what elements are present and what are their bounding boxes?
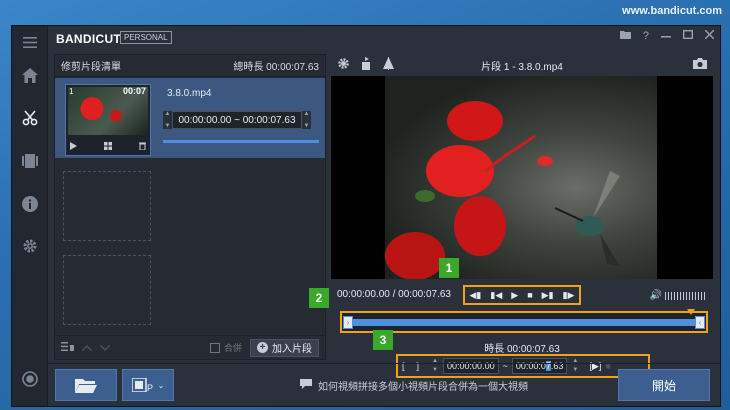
open-file-button[interactable]	[55, 369, 117, 401]
folder-icon[interactable]	[619, 30, 631, 42]
record-icon[interactable]	[12, 365, 48, 393]
preview-title: 片段 1 - 3.8.0.mp4	[481, 62, 563, 73]
minimize-icon[interactable]	[661, 30, 671, 42]
clip-number: 1	[69, 87, 74, 96]
bottom-bar: P ⌄ 如何視頻拼接多個小視頻片段合併為一個大視頻 開始	[48, 363, 720, 407]
menu-icon[interactable]	[12, 28, 48, 56]
timeline-start-handle[interactable]: ›	[343, 316, 353, 329]
clip-range-value[interactable]: 00:00:00.00 ~ 00:00:07.63	[172, 111, 302, 129]
empty-clip-slot	[63, 171, 151, 241]
move-down-icon[interactable]	[99, 342, 111, 354]
callout-1: 1	[439, 258, 459, 278]
clip-duration: 00:07	[122, 86, 146, 96]
info-icon[interactable]	[12, 190, 48, 218]
go-to-end-icon[interactable]: ▮▶	[563, 290, 575, 301]
home-icon[interactable]	[12, 61, 48, 89]
edition-badge: PERSONAL	[120, 31, 172, 44]
range-start-stepper[interactable]: ▲ ▼	[163, 111, 172, 129]
title-bar: BANDICUT PERSONAL ?	[48, 26, 720, 50]
clip-filename: 3.8.0.mp4	[167, 88, 212, 99]
go-to-start-icon[interactable]: ◀▮	[470, 290, 482, 301]
help-hint-text: 如何視頻拼接多個小視頻片段合併為一個大視頻	[318, 382, 528, 393]
playback-controls: ◀▮ ▮◀ ▶ ■ ▶▮ ▮▶	[463, 285, 581, 305]
clip-thumbnail[interactable]: 1 00:07	[65, 84, 151, 156]
playhead-marker[interactable]	[687, 309, 695, 315]
start-button[interactable]: 開始	[618, 369, 710, 401]
play-icon[interactable]: ▶	[511, 290, 518, 301]
empty-clip-slot	[63, 255, 151, 325]
website-watermark: www.bandicut.com	[622, 5, 722, 17]
close-icon[interactable]	[704, 29, 715, 42]
clip-list-panel: 修剪片段清單 總時長 00:00:07.63 1 00:07 3.8.0.mp4…	[54, 54, 326, 360]
add-clip-label: 加入片段	[272, 344, 312, 355]
volume-icon[interactable]: 🔊	[650, 290, 662, 301]
video-frame	[385, 76, 657, 279]
clip-list-title: 修剪片段清單	[61, 62, 121, 73]
grid-icon[interactable]	[104, 142, 112, 152]
clip-range-field[interactable]: ▲ ▼ 00:00:00.00 ~ 00:00:07.63 ▲ ▼	[163, 111, 311, 129]
app-window: BANDICUT PERSONAL ? 修剪片段清單 總時長 00:00:07.…	[11, 25, 721, 407]
plus-icon: +	[257, 342, 268, 353]
preview-panel: 片段 1 - 3.8.0.mp4 00:00:00.00 / 00:00:07.…	[331, 54, 713, 378]
timeline[interactable]: › ‹	[340, 309, 708, 333]
move-up-icon[interactable]	[81, 342, 93, 354]
callout-2: 2	[309, 288, 329, 308]
stop-icon[interactable]: ■	[527, 290, 532, 300]
volume-slider[interactable]	[665, 291, 707, 300]
help-hint[interactable]: 如何視頻拼接多個小視頻片段合併為一個大視頻	[300, 378, 528, 393]
callout-3: 3	[373, 330, 393, 350]
help-icon[interactable]: ?	[643, 30, 649, 42]
list-menu-icon[interactable]	[61, 341, 74, 354]
merge-option[interactable]: 合併	[209, 341, 242, 354]
app-logo: BANDICUT	[56, 32, 122, 46]
maximize-icon[interactable]	[682, 29, 694, 42]
clip-progress-bar	[163, 140, 319, 143]
current-time: 00:00:00.00 / 00:00:07.63	[337, 289, 451, 300]
chat-icon	[300, 379, 312, 392]
camera-icon[interactable]	[693, 58, 707, 72]
range-end-stepper[interactable]: ▲ ▼	[302, 111, 311, 129]
timeline-end-handle[interactable]: ‹	[695, 316, 705, 329]
side-navigation	[12, 26, 48, 406]
settings-icon[interactable]	[12, 232, 48, 260]
play-icon[interactable]	[70, 142, 77, 152]
trash-icon[interactable]	[139, 142, 146, 152]
next-frame-icon[interactable]: ▶▮	[542, 290, 554, 301]
merge-label: 合併	[223, 343, 242, 353]
film-icon[interactable]	[12, 147, 48, 175]
merge-checkbox[interactable]	[209, 342, 220, 353]
video-preview[interactable]	[331, 76, 713, 279]
previous-frame-icon[interactable]: ▮◀	[490, 290, 502, 301]
timeline-selection[interactable]	[352, 319, 696, 326]
output-mode-button[interactable]: P ⌄	[122, 369, 174, 401]
total-duration: 總時長 00:00:07.63	[233, 62, 319, 73]
clip-item[interactable]: 1 00:07 3.8.0.mp4 ▲ ▼ 00:00:00.00 ~ 00:0…	[55, 78, 325, 158]
cut-icon[interactable]	[12, 104, 48, 132]
chevron-down-icon: ⌄	[157, 380, 165, 390]
svg-text:P: P	[147, 383, 153, 392]
add-clip-button[interactable]: + 加入片段	[250, 338, 319, 357]
